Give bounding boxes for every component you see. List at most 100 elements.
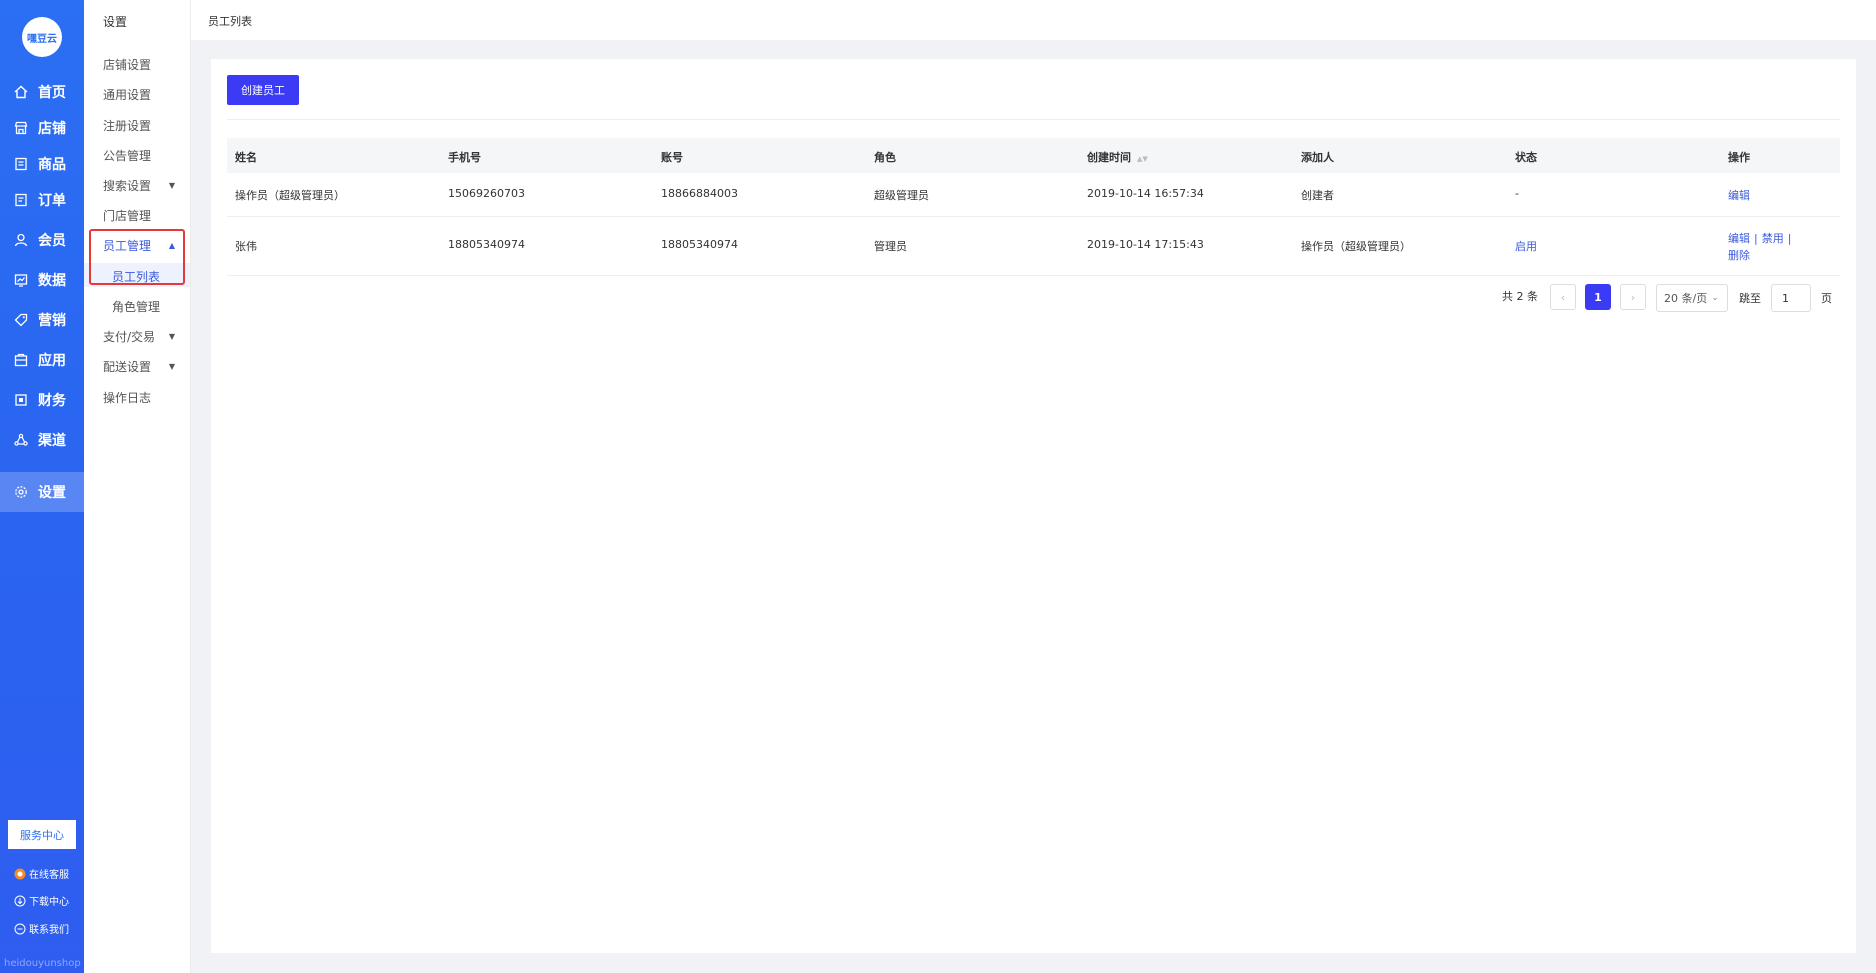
page-suffix-label: 页 [1821,292,1832,305]
sidebar-item-register-settings[interactable]: 注册设置 [103,117,183,134]
sidebar-item-operation-log[interactable]: 操作日志 [103,389,183,406]
divider [227,119,1840,120]
page-size-select[interactable]: 20 条/页 ⌄ [1656,284,1728,312]
cell-status: 启用 [1515,240,1537,253]
column-header-actions: 操作 [1728,151,1750,164]
cell-phone: 15069260703 [448,187,525,200]
cell-account: 18866884003 [661,187,738,200]
nav-item-label: 店铺 [38,121,66,137]
cell-phone: 18805340974 [448,238,525,251]
user-icon [14,233,28,247]
order-icon [14,193,28,207]
cell-name: 操作员（超级管理员） [235,189,345,202]
download-center-label: 下载中心 [29,897,69,908]
column-header-account: 账号 [661,151,683,164]
nav-item-label: 数据 [38,273,66,289]
nav-item-label: 商品 [38,157,66,173]
nav-item-label: 订单 [38,193,66,209]
online-service-icon [14,868,26,880]
cell-created: 2019-10-14 16:57:34 [1087,187,1204,200]
nav-item-marketing[interactable]: 营销 [0,300,84,340]
nav-item-label: 设置 [38,485,66,501]
main-content-card: 创建员工 姓名 手机号 账号 角色 创建时间 ▲▼ 添加人 状态 操作 操作员（超… [211,59,1856,953]
prev-page-button[interactable]: ‹ [1550,284,1576,310]
nav-item-finance[interactable]: 财务 [0,380,84,420]
home-icon [14,85,28,99]
sidebar-item-role-management[interactable]: 角色管理 [112,298,160,315]
nav-item-store[interactable]: 店铺 [0,108,84,148]
page-size-value: 20 条/页 [1664,292,1708,305]
finance-icon [14,393,28,407]
chevron-down-icon: ▼ [168,362,175,371]
column-header-status: 状态 [1515,151,1537,164]
sidebar-item-search-settings[interactable]: 搜索设置 ▼ [103,177,183,194]
contact-us-link[interactable]: 联系我们 [14,921,69,936]
column-header-created[interactable]: 创建时间 ▲▼ [1087,149,1148,165]
cell-name: 张伟 [235,240,257,253]
column-header-added-by: 添加人 [1301,151,1334,164]
create-staff-button[interactable]: 创建员工 [227,75,299,105]
sort-icon[interactable]: ▲▼ [1137,155,1148,163]
download-center-link[interactable]: 下载中心 [14,893,69,908]
breadcrumb: 员工列表 [208,15,252,28]
nav-item-label: 渠道 [38,433,66,449]
primary-sidebar: 嘿豆云 首页 店铺 商品 订单 会员 数据 营销 应用 财务 渠道 设置 服务中… [0,0,84,973]
nav-item-label: 应用 [38,353,66,369]
page-1-button[interactable]: 1 [1585,284,1611,310]
nav-item-settings[interactable]: 设置 [0,472,84,512]
nav-item-goods[interactable]: 商品 [0,144,84,184]
nav-item-member[interactable]: 会员 [0,220,84,260]
tag-icon [14,313,28,327]
action-separator: | [1787,232,1792,245]
nav-item-label: 会员 [38,233,66,249]
table-row: 操作员（超级管理员） 15069260703 18866884003 超级管理员… [227,173,1840,217]
chevron-down-icon: ▼ [168,332,175,341]
nav-item-label: 财务 [38,393,66,409]
nav-item-label: 营销 [38,313,66,329]
cell-status: - [1515,187,1519,200]
sidebar-item-general-settings[interactable]: 通用设置 [103,86,183,103]
sidebar-item-payment[interactable]: 支付/交易 ▼ [103,328,183,345]
disable-link[interactable]: 禁用 [1762,232,1784,245]
channel-icon [14,433,28,447]
nav-item-data[interactable]: 数据 [0,260,84,300]
store-icon [14,121,28,135]
online-service-label: 在线客服 [29,870,69,881]
cell-created: 2019-10-14 17:15:43 [1087,238,1204,251]
secondary-sidebar-title: 设置 [103,15,128,29]
sidebar-item-store-management[interactable]: 门店管理 [103,207,183,224]
cell-role: 管理员 [874,240,907,253]
jump-label: 跳至 [1739,292,1761,305]
top-bar: 员工列表 [191,0,1876,40]
action-separator: | [1754,232,1758,245]
chevron-down-icon: ▼ [168,181,175,190]
sidebar-item-delivery[interactable]: 配送设置 ▼ [103,358,183,375]
app-icon [14,353,28,367]
service-center-button[interactable]: 服务中心 [8,820,76,849]
nav-item-home[interactable]: 首页 [0,72,84,112]
nav-item-channel[interactable]: 渠道 [0,420,84,460]
nav-item-apps[interactable]: 应用 [0,340,84,380]
pagination-total: 共 2 条 [1502,290,1538,303]
row-actions: 编辑 | 禁用 | [1728,230,1795,246]
column-header-phone: 手机号 [448,151,481,164]
sidebar-item-announcement[interactable]: 公告管理 [103,147,183,164]
edit-link[interactable]: 编辑 [1728,232,1750,245]
edit-link[interactable]: 编辑 [1728,187,1750,203]
online-service-link[interactable]: 在线客服 [14,866,69,881]
sidebar-item-store-settings[interactable]: 店铺设置 [103,56,183,73]
gear-icon [14,485,28,499]
nav-item-order[interactable]: 订单 [0,180,84,220]
page-jump-input[interactable] [1771,284,1811,312]
brand-logo[interactable]: 嘿豆云 [22,17,62,57]
secondary-sidebar: 设置 店铺设置 通用设置 注册设置 公告管理 搜索设置 ▼ 门店管理 员工管理 ▲ … [84,0,191,973]
cell-account: 18805340974 [661,238,738,251]
cell-added-by: 操作员（超级管理员） [1301,240,1411,253]
cell-added-by: 创建者 [1301,189,1334,202]
highlight-annotation-box [89,229,185,285]
column-header-role: 角色 [874,151,896,164]
chart-icon [14,273,28,287]
next-page-button[interactable]: › [1620,284,1646,310]
delete-link[interactable]: 删除 [1728,247,1750,263]
chat-icon [14,923,26,935]
